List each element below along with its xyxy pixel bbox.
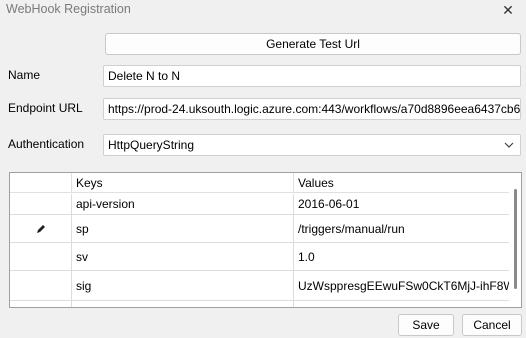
save-label: Save <box>412 318 440 332</box>
close-button[interactable]: ✕ <box>490 0 526 20</box>
table-row[interactable] <box>10 301 510 307</box>
cancel-button[interactable]: Cancel <box>462 314 522 336</box>
column-header-values[interactable]: Values <box>294 173 510 193</box>
cancel-label: Cancel <box>473 318 511 332</box>
key-cell[interactable]: sv <box>72 243 294 270</box>
pencil-icon <box>36 224 45 233</box>
title-bar: WebHook Registration ✕ <box>0 0 526 20</box>
endpoint-url-field[interactable]: https://prod-24.uksouth.logic.azure.com:… <box>103 98 521 120</box>
value-cell[interactable]: 2016-06-01 <box>294 194 510 214</box>
value-cell[interactable] <box>294 301 510 307</box>
close-icon: ✕ <box>502 1 514 18</box>
key-cell[interactable]: sp <box>72 215 294 242</box>
chevron-down-icon <box>504 142 514 148</box>
value-cell[interactable]: /triggers/manual/run <box>294 215 510 242</box>
row-header[interactable] <box>10 301 72 307</box>
authentication-value: HttpQueryString <box>108 138 195 152</box>
endpoint-url-label: Endpoint URL <box>8 101 83 115</box>
key-value-grid[interactable]: Keys Values api-version 2016-06-01 sp /t… <box>9 172 522 308</box>
name-field[interactable]: Delete N to N <box>103 65 521 87</box>
column-header-keys[interactable]: Keys <box>72 173 294 193</box>
generate-test-url-label: Generate Test Url <box>266 37 360 51</box>
window-title: WebHook Registration <box>6 2 131 16</box>
value-cell[interactable]: 1.0 <box>294 243 510 270</box>
generate-test-url-button[interactable]: Generate Test Url <box>105 33 521 55</box>
table-row[interactable]: sv 1.0 <box>10 243 510 271</box>
vertical-scrollbar[interactable] <box>509 173 521 307</box>
key-cell[interactable]: api-version <box>72 194 294 214</box>
row-header[interactable] <box>10 271 72 300</box>
authentication-select[interactable]: HttpQueryString <box>103 134 521 156</box>
row-header[interactable] <box>10 243 72 270</box>
save-button[interactable]: Save <box>398 314 454 336</box>
grid-header: Keys Values <box>10 173 521 193</box>
key-cell[interactable]: sig <box>72 271 294 300</box>
name-value: Delete N to N <box>108 69 181 83</box>
row-header-corner <box>10 173 72 193</box>
row-header[interactable] <box>10 215 72 242</box>
key-cell[interactable] <box>72 301 294 307</box>
value-cell[interactable]: UzWsppresgEEwuFSw0CkT6MjJ-ihF8Ws... <box>294 271 510 300</box>
table-row[interactable]: api-version 2016-06-01 <box>10 194 510 215</box>
row-header[interactable] <box>10 194 72 214</box>
authentication-label: Authentication <box>8 137 85 151</box>
name-label: Name <box>8 68 41 82</box>
table-row[interactable]: sp /triggers/manual/run <box>10 215 510 243</box>
table-row[interactable]: sig UzWsppresgEEwuFSw0CkT6MjJ-ihF8Ws... <box>10 271 510 301</box>
endpoint-url-value: https://prod-24.uksouth.logic.azure.com:… <box>108 102 521 116</box>
scrollbar-thumb[interactable] <box>514 189 517 289</box>
